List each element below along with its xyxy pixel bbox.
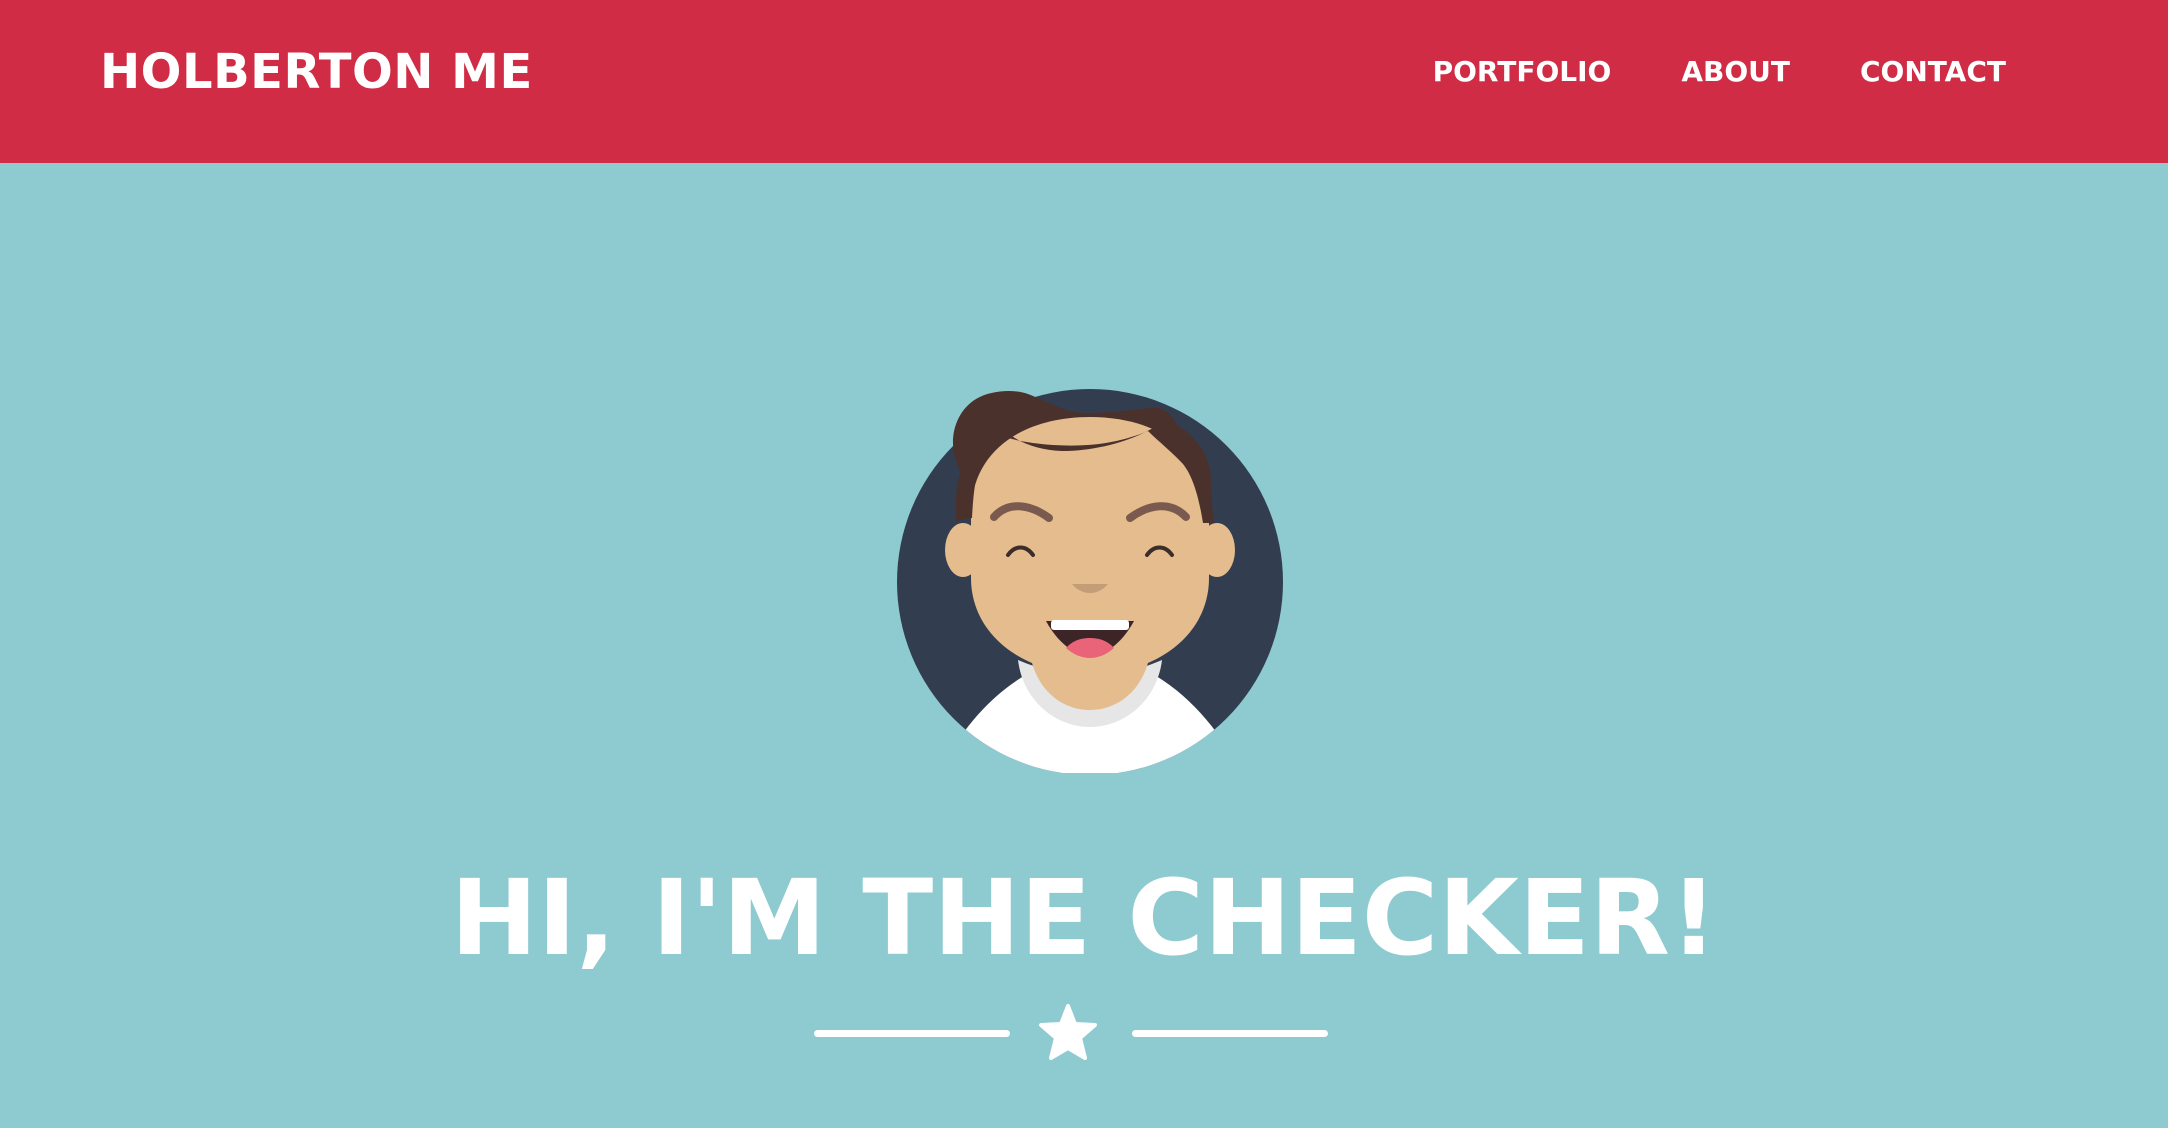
site-brand[interactable]: HOLBERTON ME (100, 42, 533, 102)
nav-link-contact[interactable]: CONTACT (1860, 52, 2006, 92)
top-navbar: HOLBERTON ME PORTFOLIO ABOUT CONTACT (0, 0, 2168, 163)
divider-line-left (814, 1030, 1010, 1037)
main-nav: PORTFOLIO ABOUT CONTACT (1433, 52, 2006, 92)
star-divider (812, 999, 1332, 1069)
star-icon (1039, 1004, 1097, 1060)
avatar-illustration (897, 389, 1283, 773)
hero-headline: HI, I'M THE CHECKER! (450, 857, 1718, 979)
nav-link-portfolio[interactable]: PORTFOLIO (1433, 52, 1612, 92)
divider-line-right (1132, 1030, 1328, 1037)
nav-link-about[interactable]: ABOUT (1681, 52, 1790, 92)
hero-section: HI, I'M THE CHECKER! (0, 163, 2168, 1128)
